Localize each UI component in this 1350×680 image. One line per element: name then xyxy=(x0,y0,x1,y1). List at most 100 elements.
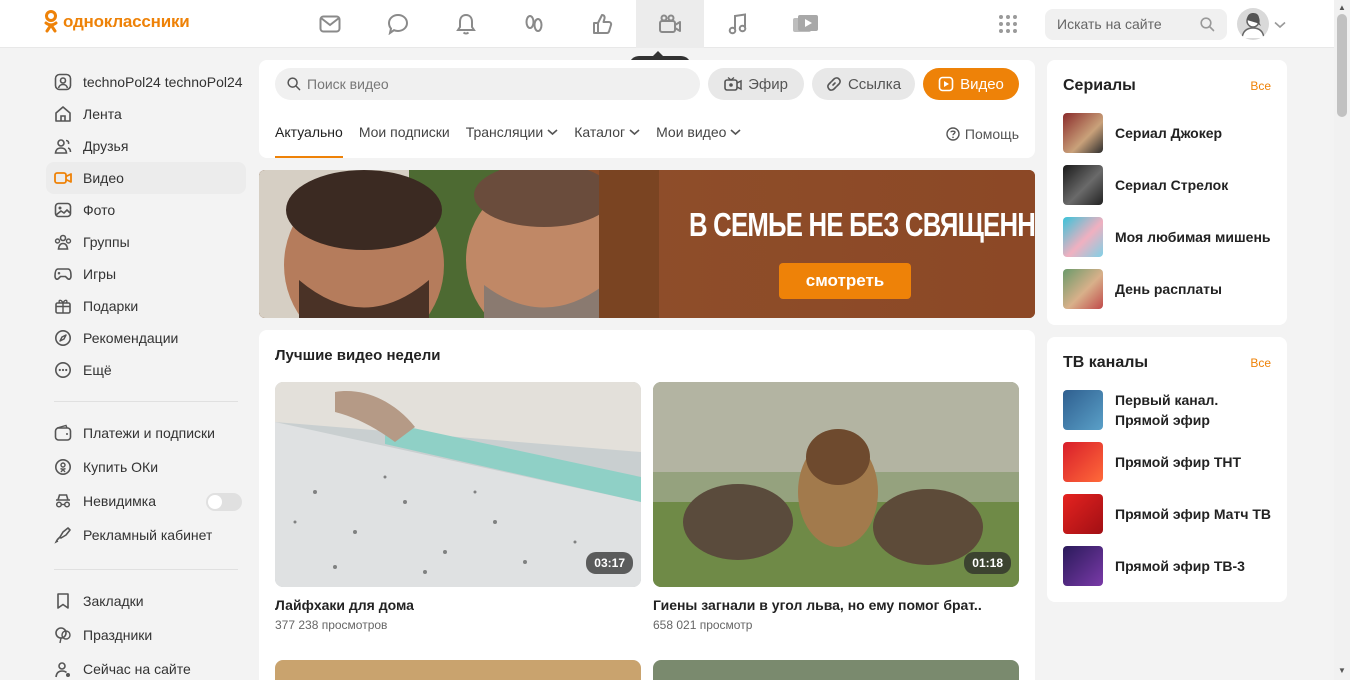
sidebar-item-groups[interactable]: Группы xyxy=(46,226,246,258)
tab-broadcasts[interactable]: Трансляции xyxy=(466,124,558,158)
scroll-up-arrow-icon[interactable]: ▲ xyxy=(1338,3,1346,12)
video-title[interactable]: Лайфхаки для дома xyxy=(275,597,641,613)
scrollbar[interactable]: ▲ ▼ xyxy=(1334,0,1350,680)
sidebar-item-label: Закладки xyxy=(83,593,144,609)
chevron-down-icon xyxy=(547,129,558,136)
serial-label: Сериал Стрелок xyxy=(1115,177,1229,193)
sidebar-item-bookmarks[interactable]: Закладки xyxy=(46,585,246,617)
banner-watch-button[interactable]: смотреть xyxy=(779,263,911,299)
chevron-down-icon[interactable] xyxy=(1274,16,1286,32)
likes-icon[interactable] xyxy=(568,0,636,48)
video-icon[interactable] xyxy=(636,0,704,48)
sidebar-item-payments[interactable]: Платежи и подписки xyxy=(46,417,246,449)
video-thumbnail[interactable]: 01:18 xyxy=(653,382,1019,587)
video-thumbnail[interactable]: 03:17 xyxy=(275,382,641,587)
promo-banner[interactable]: В СЕМЬЕ НЕ БЕЗ СВЯЩЕННИКА смотреть xyxy=(259,170,1035,318)
tab-label: Актуально xyxy=(275,124,343,140)
apps-grid-icon[interactable] xyxy=(998,14,1018,37)
link-label: Ссылка xyxy=(847,75,902,93)
discussions-icon[interactable] xyxy=(364,0,432,48)
sidebar-item-label: Рекламный кабинет xyxy=(83,527,213,543)
sidebar-item-online[interactable]: Сейчас на сайте xyxy=(46,653,246,680)
scroll-down-arrow-icon[interactable]: ▼ xyxy=(1338,666,1346,675)
avatar[interactable] xyxy=(1237,8,1269,40)
tab-my-videos[interactable]: Мои видео xyxy=(656,124,741,158)
logo-text: одноклассники xyxy=(63,12,190,31)
video-search-input[interactable]: Поиск видео xyxy=(275,68,700,100)
incognito-icon xyxy=(54,492,72,510)
video-card[interactable]: 01:18 Гиены загнали в угол льва, но ему … xyxy=(653,382,1019,632)
sidebar-item-profile[interactable]: technoPol24 technoPol24 xyxy=(46,66,246,98)
music-icon[interactable] xyxy=(704,0,772,48)
search-icon[interactable] xyxy=(1200,17,1215,32)
help-link[interactable]: Помощь xyxy=(946,126,1019,142)
compass-icon xyxy=(54,329,72,347)
sidebar-item-buy-oks[interactable]: Купить ОКи xyxy=(46,451,246,483)
sidebar-item-label: Купить ОКи xyxy=(83,459,159,475)
tv-label: Прямой эфир Матч ТВ xyxy=(1115,506,1272,522)
sidebar-item-feed[interactable]: Лента xyxy=(46,98,246,130)
guests-icon[interactable] xyxy=(500,0,568,48)
serial-thumbnail xyxy=(1063,269,1103,309)
sidebar-divider xyxy=(54,401,238,402)
tv-item[interactable]: Первый канал. Прямой эфир xyxy=(1063,390,1235,430)
chevron-down-icon xyxy=(730,129,741,136)
notifications-icon[interactable] xyxy=(432,0,500,48)
sidebar-divider xyxy=(54,569,238,570)
sidebar-item-label: Фото xyxy=(83,202,116,218)
video-thumbnail[interactable] xyxy=(275,660,641,680)
tv-item[interactable]: Прямой эфир Матч ТВ xyxy=(1063,494,1271,534)
tab-label: Мои видео xyxy=(656,124,727,140)
sidebar-item-ads-cabinet[interactable]: Рекламный кабинет xyxy=(46,519,246,551)
tv-all-link[interactable]: Все xyxy=(1250,356,1271,370)
search-icon xyxy=(287,77,301,91)
video-duration: 03:17 xyxy=(586,552,633,574)
site-search-input[interactable]: Искать на сайте xyxy=(1045,9,1227,40)
serial-item[interactable]: Моя любимая мишень xyxy=(1063,217,1271,257)
serials-all-link[interactable]: Все xyxy=(1250,79,1271,93)
tv-item[interactable]: Прямой эфир ТВ-3 xyxy=(1063,546,1245,586)
sidebar-item-video[interactable]: Видео xyxy=(46,162,246,194)
ok-logo[interactable]: одноклассники xyxy=(44,10,190,34)
tab-my-subscriptions[interactable]: Мои подписки xyxy=(359,124,450,158)
serial-item[interactable]: Сериал Джокер xyxy=(1063,113,1222,153)
tab-actual[interactable]: Актуально xyxy=(275,124,343,158)
serial-item[interactable]: День расплаты xyxy=(1063,269,1222,309)
video-title[interactable]: Гиены загнали в угол льва, но ему помог … xyxy=(653,597,1019,613)
tv-channels-panel: ТВ каналы Все Первый канал. Прямой эфир … xyxy=(1047,337,1287,602)
sidebar-item-label: Видео xyxy=(83,170,124,186)
sidebar-item-recommendations[interactable]: Рекомендации xyxy=(46,322,246,354)
clips-icon[interactable] xyxy=(772,0,840,48)
home-icon xyxy=(54,105,72,123)
video-header: Поиск видео Эфир Ссылка Видео Актуально … xyxy=(259,60,1035,158)
sidebar-item-holidays[interactable]: Праздники xyxy=(46,619,246,651)
tv-item[interactable]: Прямой эфир ТНТ xyxy=(1063,442,1241,482)
sidebar-item-invisible[interactable]: Невидимка xyxy=(46,485,246,517)
banner-image xyxy=(259,170,1035,318)
live-button[interactable]: Эфир xyxy=(708,68,804,100)
sidebar-item-photo[interactable]: Фото xyxy=(46,194,246,226)
sidebar-item-label: Игры xyxy=(83,266,117,282)
sidebar-item-friends[interactable]: Друзья xyxy=(46,130,246,162)
tab-catalog[interactable]: Каталог xyxy=(574,124,640,158)
banner-title: В СЕМЬЕ НЕ БЕЗ СВЯЩЕННИКА xyxy=(689,206,1035,243)
messages-icon[interactable] xyxy=(296,0,364,48)
sidebar-item-more[interactable]: Ещё xyxy=(46,354,246,386)
video-thumbnail[interactable] xyxy=(653,660,1019,680)
sidebar-item-games[interactable]: Игры xyxy=(46,258,246,290)
sidebar-item-gifts[interactable]: Подарки xyxy=(46,290,246,322)
balloon-icon xyxy=(54,626,72,644)
bookmark-icon xyxy=(54,592,72,610)
invisible-toggle[interactable] xyxy=(206,493,242,511)
serial-item[interactable]: Сериал Стрелок xyxy=(1063,165,1228,205)
video-camera-icon xyxy=(54,169,72,187)
tv-channel-thumbnail xyxy=(1063,494,1103,534)
video-plus-icon xyxy=(938,76,954,92)
video-card[interactable]: 03:17 Лайфхаки для дома 377 238 просмотр… xyxy=(275,382,641,632)
tab-label: Трансляции xyxy=(465,124,544,140)
tv-label: Прямой эфир ТВ-3 xyxy=(1115,558,1245,574)
link-button[interactable]: Ссылка xyxy=(812,68,915,100)
scrollbar-thumb[interactable] xyxy=(1337,14,1347,117)
help-label: Помощь xyxy=(964,126,1019,142)
upload-video-button[interactable]: Видео xyxy=(923,68,1019,100)
